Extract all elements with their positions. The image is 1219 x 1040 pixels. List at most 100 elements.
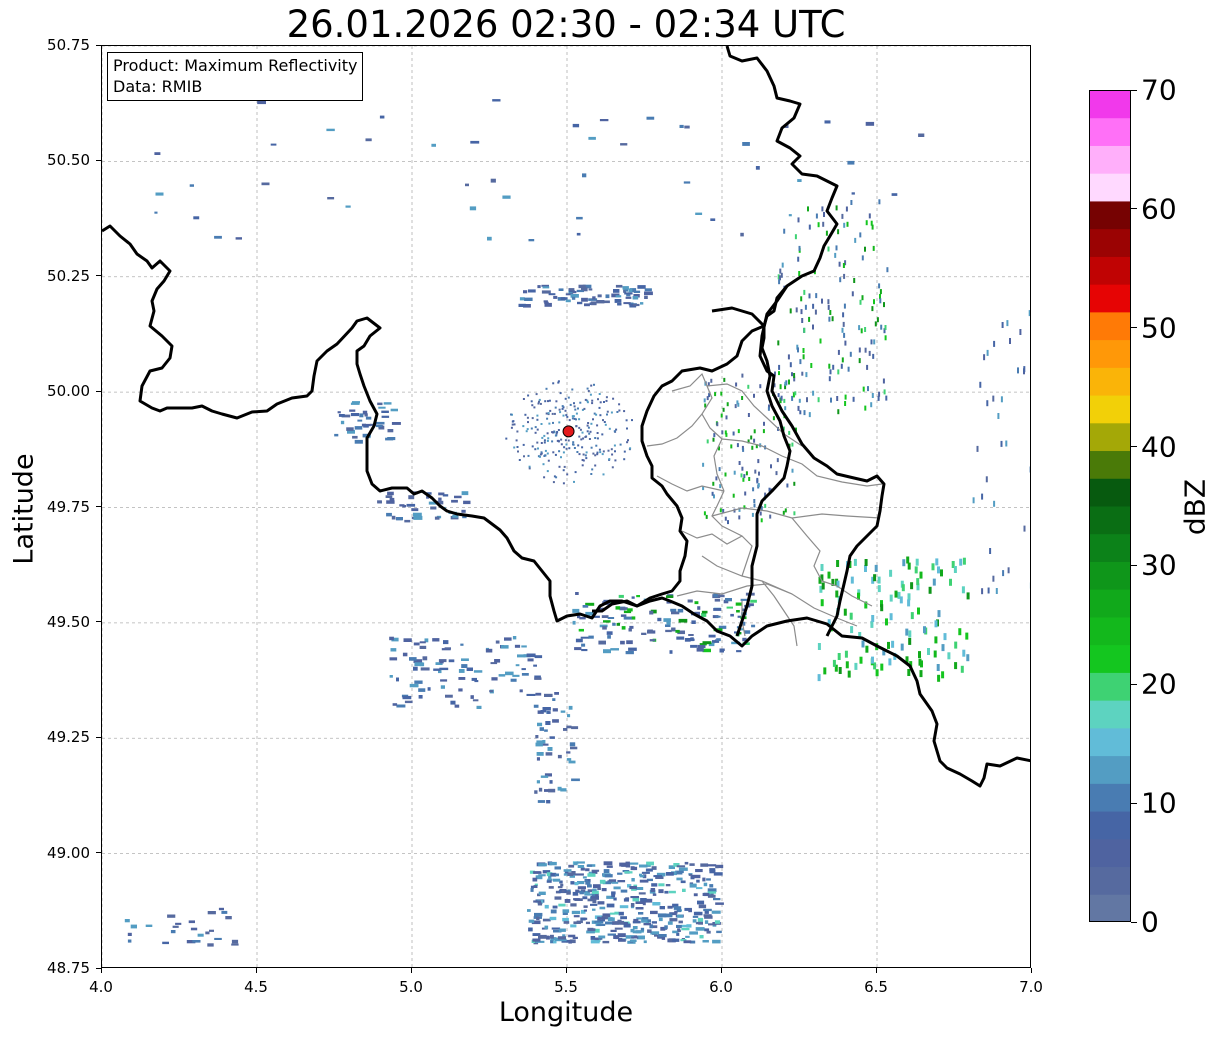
echo-pixel — [597, 887, 601, 890]
echo-pixel — [548, 293, 556, 296]
echo-pixel — [753, 499, 756, 503]
echo-pixel — [487, 236, 492, 241]
echo-pixel — [831, 316, 834, 322]
echo-pixel — [697, 900, 705, 905]
echo-pixel — [197, 933, 204, 937]
echo-pixel — [821, 206, 824, 212]
echo-pixel — [594, 464, 597, 467]
echo-pixel — [602, 626, 607, 630]
echo-pixel — [751, 512, 754, 517]
echo-pixel — [534, 912, 543, 917]
echo-pixel — [825, 230, 828, 236]
echo-pixel — [526, 416, 529, 419]
echo-pixel — [536, 780, 540, 784]
echo-pixel — [889, 594, 893, 602]
echo-pixel — [1028, 310, 1030, 317]
echo-pixel — [532, 877, 538, 882]
echo-pixel — [1001, 322, 1004, 328]
echo-pixel — [918, 651, 921, 659]
echo-pixel — [819, 338, 822, 344]
echo-pixel — [536, 740, 544, 743]
echo-pixel — [671, 627, 676, 632]
echo-pixel — [722, 407, 725, 412]
echo-pixel — [616, 622, 620, 626]
echo-pixel — [387, 437, 396, 441]
echo-pixel — [527, 909, 531, 912]
echo-pixel — [566, 891, 571, 895]
echo-pixel — [554, 896, 562, 900]
echo-pixel — [928, 586, 932, 594]
echo-pixel — [740, 598, 748, 601]
echo-pixel — [877, 576, 881, 584]
echo-pixel — [650, 931, 660, 935]
echo-pixel — [842, 321, 845, 327]
echo-pixel — [564, 409, 567, 412]
echo-pixel — [709, 868, 716, 872]
echo-pixel — [620, 143, 628, 146]
echo-pixel — [590, 936, 596, 940]
echo-pixel — [725, 598, 732, 602]
echo-pixel — [907, 669, 911, 676]
echo-pixel — [585, 451, 588, 454]
echo-pixel — [880, 604, 884, 612]
echo-pixel — [625, 296, 632, 299]
echo-pixel — [954, 662, 958, 670]
echo-pixel — [767, 406, 770, 411]
echo-pixel — [565, 414, 568, 417]
colorbar-segment — [1089, 284, 1131, 313]
echo-pixel — [665, 872, 674, 876]
echo-pixel — [614, 299, 622, 303]
echo-pixel — [231, 943, 239, 946]
echo-pixel — [780, 272, 783, 278]
echo-pixel — [396, 517, 403, 521]
echo-pixel — [530, 427, 533, 430]
y-tick-mark — [96, 390, 101, 392]
echo-pixel — [1019, 329, 1022, 335]
echo-pixel — [354, 439, 363, 444]
x-tick-label: 5.5 — [554, 978, 578, 996]
echo-pixel — [716, 422, 719, 427]
echo-pixel — [558, 408, 561, 411]
echo-pixel — [167, 914, 176, 918]
echo-pixel — [489, 690, 494, 693]
echo-pixel — [695, 927, 705, 931]
echo-pixel — [738, 461, 741, 465]
echo-pixel — [450, 700, 456, 705]
echo-pixel — [780, 395, 783, 401]
map-plot-area[interactable] — [101, 45, 1031, 968]
echo-pixel — [570, 881, 575, 885]
echo-pixel — [578, 435, 581, 438]
echo-pixel — [689, 863, 695, 866]
echo-pixel — [894, 590, 898, 598]
echo-pixel — [876, 317, 879, 323]
echo-pixel — [623, 898, 629, 902]
echo-pixel — [543, 476, 546, 479]
echo-pixel — [587, 390, 590, 392]
echo-pixel — [915, 558, 919, 566]
echo-pixel — [440, 685, 445, 689]
echo-pixel — [574, 408, 577, 411]
colorbar-segment — [1089, 533, 1131, 562]
echo-pixel — [827, 246, 830, 252]
radar-map[interactable] — [102, 46, 1031, 968]
echo-pixel — [778, 371, 780, 376]
echo-pixel — [583, 905, 588, 908]
colorbar-tick-label: 50 — [1141, 311, 1177, 345]
echo-pixel — [871, 656, 874, 664]
echo-pixel — [543, 455, 546, 457]
echo-pixel — [741, 466, 744, 471]
x-axis-label: Longitude — [498, 997, 634, 1028]
echo-pixel — [797, 217, 800, 223]
echo-pixel — [692, 919, 697, 923]
echo-pixel — [750, 435, 753, 440]
echo-pixel — [737, 429, 740, 434]
echo-pixel — [586, 430, 589, 433]
echo-pixel — [588, 432, 591, 435]
echo-pixel — [705, 514, 708, 519]
echo-pixel — [546, 452, 549, 455]
echo-pixel — [832, 659, 836, 667]
colorbar-tick-label: 70 — [1141, 73, 1177, 107]
echo-pixel — [598, 640, 606, 645]
echo-pixel — [534, 655, 543, 659]
echo-pixel — [214, 235, 222, 239]
